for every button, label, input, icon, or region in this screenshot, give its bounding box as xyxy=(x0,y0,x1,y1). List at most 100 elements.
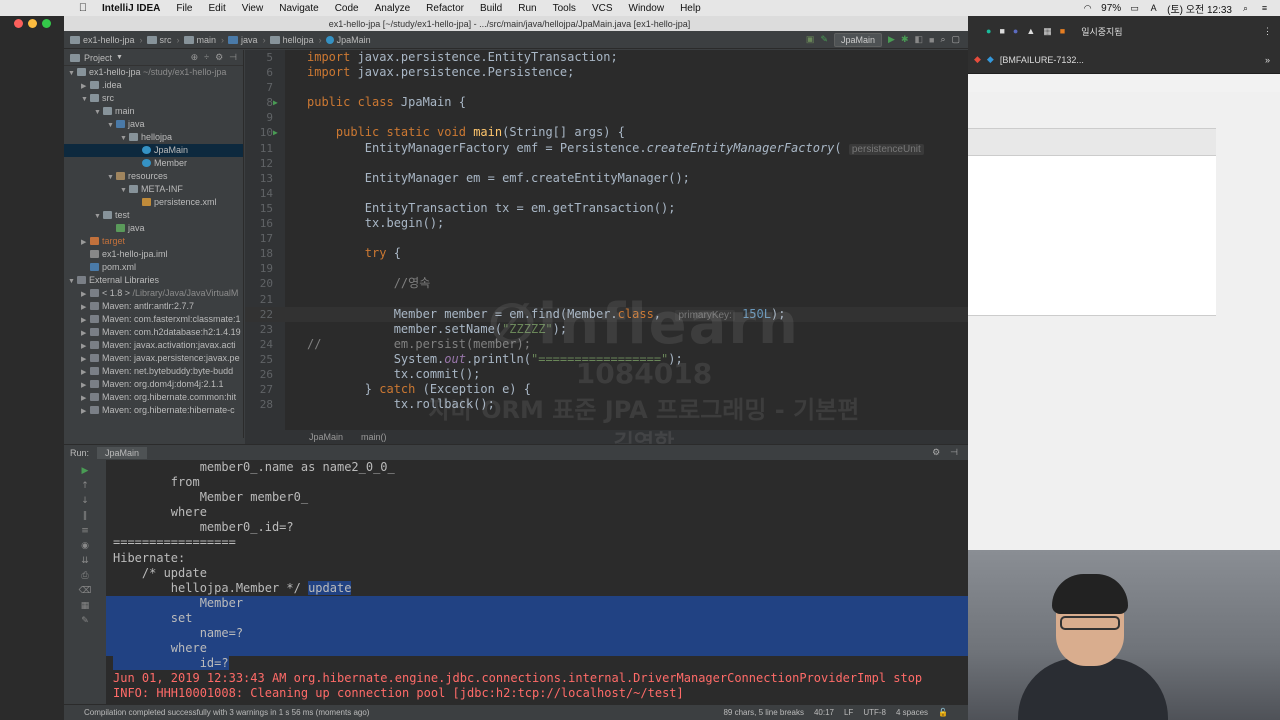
tree-item[interactable]: ▶ Maven: org.dom4j:dom4j:2.1.1 xyxy=(64,378,243,391)
tree-item[interactable]: ▶ Maven: org.hibernate:hibernate-c xyxy=(64,404,243,417)
code-line[interactable]: 15 EntityTransaction tx = em.getTransact… xyxy=(245,201,968,216)
input-source-icon[interactable]: A xyxy=(1148,3,1159,13)
trash-icon[interactable]: ⌫ xyxy=(79,586,92,596)
tree-item[interactable]: ▼ hellojpa xyxy=(64,131,243,144)
tree-item[interactable]: ▶ .idea xyxy=(64,79,243,92)
tree-item[interactable]: ▼ src xyxy=(64,92,243,105)
tree-item[interactable]: ▼ main xyxy=(64,105,243,118)
code-line[interactable]: 5 import javax.persistence.EntityTransact… xyxy=(245,50,968,65)
menu-navigate[interactable]: Navigate xyxy=(271,3,326,14)
gear-icon[interactable]: ⚙ xyxy=(215,52,223,63)
tree-item[interactable]: Member xyxy=(64,157,243,170)
hammer-icon[interactable]: ✎ xyxy=(820,34,828,45)
camera-icon[interactable]: ◉ xyxy=(81,541,89,551)
grid-icon[interactable]: ▦ xyxy=(1043,26,1052,37)
menu-dots-icon[interactable]: ⋮ xyxy=(1263,26,1280,37)
run-tab-jpamain[interactable]: JpaMain xyxy=(97,446,148,459)
menu-build[interactable]: Build xyxy=(472,3,510,14)
tree-item[interactable]: ▼ resources xyxy=(64,170,243,183)
extension-icon[interactable]: ● xyxy=(986,26,991,36)
tree-item[interactable]: ▼ External Libraries xyxy=(64,274,243,287)
breadcrumb-package[interactable]: hellojpa › xyxy=(269,35,322,45)
menu-tools[interactable]: Tools xyxy=(545,3,584,14)
code-line[interactable]: 27 } catch (Exception e) { xyxy=(245,382,968,397)
menu-window[interactable]: Window xyxy=(621,3,673,14)
code-line[interactable]: 11 EntityManagerFactory emf = Persistenc… xyxy=(245,141,968,156)
tree-item[interactable]: ▼ test xyxy=(64,209,243,222)
code-line[interactable]: 18 try { xyxy=(245,246,968,261)
menu-app-name[interactable]: IntelliJ IDEA xyxy=(94,3,168,14)
collapse-arrow-icon[interactable]: ▶ xyxy=(81,405,89,418)
bookmark-item[interactable]: [BMFAILURE-7132... xyxy=(1000,55,1084,65)
wifi-icon[interactable]: ◠ xyxy=(1082,3,1093,13)
tree-item[interactable]: JpaMain xyxy=(64,144,243,157)
tree-item[interactable]: persistence.xml xyxy=(64,196,243,209)
tree-item[interactable]: ▶ Maven: net.bytebuddy:byte-budd xyxy=(64,365,243,378)
stop-icon[interactable]: ■ xyxy=(929,35,934,45)
code-line[interactable]: 13 EntityManager em = emf.createEntityMa… xyxy=(245,171,968,186)
battery-icon[interactable]: ▭ xyxy=(1129,3,1140,13)
menu-edit[interactable]: Edit xyxy=(200,3,233,14)
scroll-down-icon[interactable]: ↓ xyxy=(81,496,89,506)
tree-item[interactable]: ▶ Maven: javax.persistence:javax.pe xyxy=(64,352,243,365)
browser-profile-label[interactable]: 일시중지됨 xyxy=(1081,25,1122,38)
code-line[interactable]: 14 xyxy=(245,186,968,201)
collapse-icon[interactable]: ÷ xyxy=(204,52,209,63)
run-gutter-icon[interactable]: ▶ xyxy=(273,95,278,110)
battery-percent[interactable]: 97% xyxy=(1101,3,1121,14)
code-line[interactable]: 16 tx.begin(); xyxy=(245,216,968,231)
run-icon[interactable]: ▶ xyxy=(888,34,895,45)
tree-item[interactable]: ▶ Maven: com.h2database:h2:1.4.19 xyxy=(64,326,243,339)
pocket-icon[interactable]: ◆ xyxy=(974,54,981,65)
caret-position[interactable]: 40:17 xyxy=(814,708,834,717)
code-line[interactable]: 8 ▶ public class JpaMain { xyxy=(245,95,968,110)
scroll-to-end-icon[interactable]: ⇊ xyxy=(81,556,89,566)
zoom-window-button[interactable] xyxy=(42,19,51,28)
tree-item[interactable]: ▶ Maven: com.fasterxml:classmate:1 xyxy=(64,313,243,326)
file-encoding[interactable]: UTF-8 xyxy=(863,708,886,717)
page-textarea[interactable] xyxy=(968,156,1216,316)
tree-item[interactable]: pom.xml xyxy=(64,261,243,274)
project-view-select[interactable]: Project xyxy=(84,53,112,63)
tree-item[interactable]: ▶ Maven: org.hibernate.common:hit xyxy=(64,391,243,404)
line-separator[interactable]: LF xyxy=(844,708,853,717)
extension-icon[interactable]: ● xyxy=(1013,26,1018,36)
menu-vcs[interactable]: VCS xyxy=(584,3,621,14)
spotlight-icon[interactable]: ⌕ xyxy=(1240,3,1251,13)
clock[interactable]: (토) 오전 12:33 xyxy=(1167,1,1232,16)
code-line[interactable]: 24 // em.persist(member); xyxy=(245,337,968,352)
tree-item[interactable]: ▼ java xyxy=(64,118,243,131)
editor-crumb-class[interactable]: JpaMain xyxy=(309,432,343,442)
pin-icon[interactable]: ✎ xyxy=(81,616,89,626)
breadcrumb-class[interactable]: JpaMain xyxy=(325,35,371,45)
more-bookmarks-icon[interactable]: » xyxy=(1265,55,1280,65)
locate-icon[interactable]: ⊕ xyxy=(191,52,199,63)
code-line[interactable]: 26 tx.commit(); xyxy=(245,367,968,382)
menu-code[interactable]: Code xyxy=(327,3,367,14)
search-icon[interactable]: ⌕ xyxy=(940,34,945,45)
lock-icon[interactable]: 🔓 xyxy=(938,708,948,717)
tree-item[interactable]: ▼ META-INF xyxy=(64,183,243,196)
tree-item[interactable]: ▼ ex1-hello-jpa ~/study/ex1-hello-jpa xyxy=(64,66,243,79)
code-line[interactable]: 17 xyxy=(245,231,968,246)
build-icon[interactable]: ▣ xyxy=(806,34,815,45)
hide-icon[interactable]: ⊣ xyxy=(229,52,237,63)
minimize-window-button[interactable] xyxy=(28,19,37,28)
tree-item[interactable]: ▶ < 1.8 > /Library/Java/JavaVirtualM xyxy=(64,287,243,300)
breadcrumb-main[interactable]: main › xyxy=(183,35,224,45)
debug-icon[interactable]: ✱ xyxy=(901,34,909,45)
run-gutter-icon[interactable]: ▶ xyxy=(273,125,278,140)
extension-icon[interactable]: ■ xyxy=(999,26,1004,36)
close-window-button[interactable] xyxy=(14,19,23,28)
extension-icon[interactable]: ■ xyxy=(1060,26,1065,36)
code-line[interactable]: 21 xyxy=(245,292,968,307)
code-line[interactable]: 6 import javax.persistence.Persistence; xyxy=(245,65,968,80)
code-line[interactable]: 9 xyxy=(245,110,968,125)
menu-refactor[interactable]: Refactor xyxy=(418,3,472,14)
pause-icon[interactable]: ‖ xyxy=(83,511,88,521)
breadcrumb-project[interactable]: ex1-hello-jpa › xyxy=(70,35,143,45)
code-line[interactable]: 25 System.out.println("=================… xyxy=(245,352,968,367)
code-line[interactable]: 22 Member member = em.find(Member.class,… xyxy=(245,306,968,322)
code-editor[interactable]: 5 import javax.persistence.EntityTransact… xyxy=(245,50,968,430)
menu-view[interactable]: View xyxy=(234,3,272,14)
